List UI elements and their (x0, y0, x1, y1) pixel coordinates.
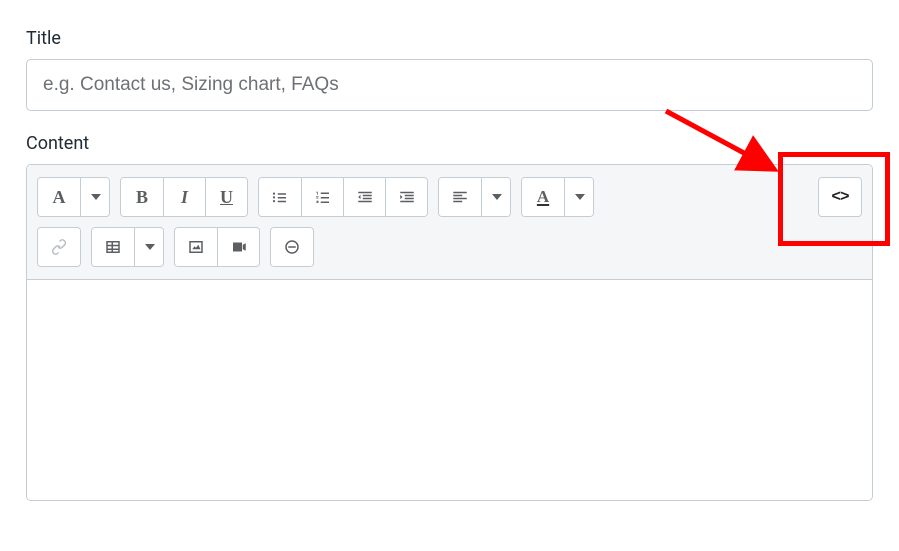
numbered-list-button[interactable] (301, 178, 343, 216)
bullet-list-button[interactable] (259, 178, 301, 216)
outdent-icon (356, 188, 374, 206)
paragraph-icon: A (53, 187, 66, 208)
content-field: Content A B I U (26, 133, 873, 501)
outdent-button[interactable] (343, 178, 385, 216)
title-label: Title (26, 28, 873, 49)
html-group: <> (818, 177, 862, 217)
toolbar-row-2 (37, 227, 862, 267)
paragraph-format-button[interactable]: A (38, 178, 80, 216)
title-field: Title (26, 28, 873, 111)
caret-down-icon (145, 244, 155, 250)
show-html-button[interactable]: <> (819, 178, 861, 216)
bullet-list-icon (271, 188, 289, 206)
table-icon (104, 238, 122, 256)
caret-down-icon (575, 194, 585, 200)
underline-button[interactable]: U (205, 178, 247, 216)
align-dropdown[interactable] (481, 178, 510, 216)
text-color-dropdown[interactable] (564, 178, 593, 216)
paragraph-format-dropdown[interactable] (80, 178, 109, 216)
title-input[interactable] (26, 59, 873, 111)
align-group (438, 177, 511, 217)
link-group (37, 227, 81, 267)
clear-format-button[interactable] (271, 228, 313, 266)
text-style-group: B I U (120, 177, 248, 217)
image-icon (187, 238, 205, 256)
caret-down-icon (492, 194, 502, 200)
video-button[interactable] (217, 228, 259, 266)
indent-icon (398, 188, 416, 206)
clear-group (270, 227, 314, 267)
link-button[interactable] (38, 228, 80, 266)
text-color-button[interactable]: A (522, 178, 564, 216)
clear-format-icon (283, 238, 301, 256)
media-group (174, 227, 260, 267)
bold-button[interactable]: B (121, 178, 163, 216)
link-icon (50, 238, 68, 256)
table-group (91, 227, 164, 267)
video-icon (230, 238, 248, 256)
table-button[interactable] (92, 228, 134, 266)
html-button-wrapper: <> (818, 177, 862, 217)
underline-icon: U (220, 187, 233, 208)
indent-button[interactable] (385, 178, 427, 216)
align-left-icon (451, 188, 469, 206)
caret-down-icon (91, 194, 101, 200)
color-group: A (521, 177, 594, 217)
code-icon: <> (831, 188, 848, 206)
text-color-icon: A (537, 187, 549, 207)
image-button[interactable] (175, 228, 217, 266)
numbered-list-icon (314, 188, 332, 206)
editor-textarea[interactable] (27, 280, 872, 500)
table-dropdown[interactable] (134, 228, 163, 266)
editor-container: A B I U (26, 164, 873, 501)
list-group (258, 177, 428, 217)
format-group: A (37, 177, 110, 217)
content-label: Content (26, 133, 873, 154)
editor-toolbar: A B I U (27, 165, 872, 280)
italic-button[interactable]: I (163, 178, 205, 216)
align-button[interactable] (439, 178, 481, 216)
italic-icon: I (181, 187, 188, 208)
bold-icon: B (136, 187, 148, 208)
